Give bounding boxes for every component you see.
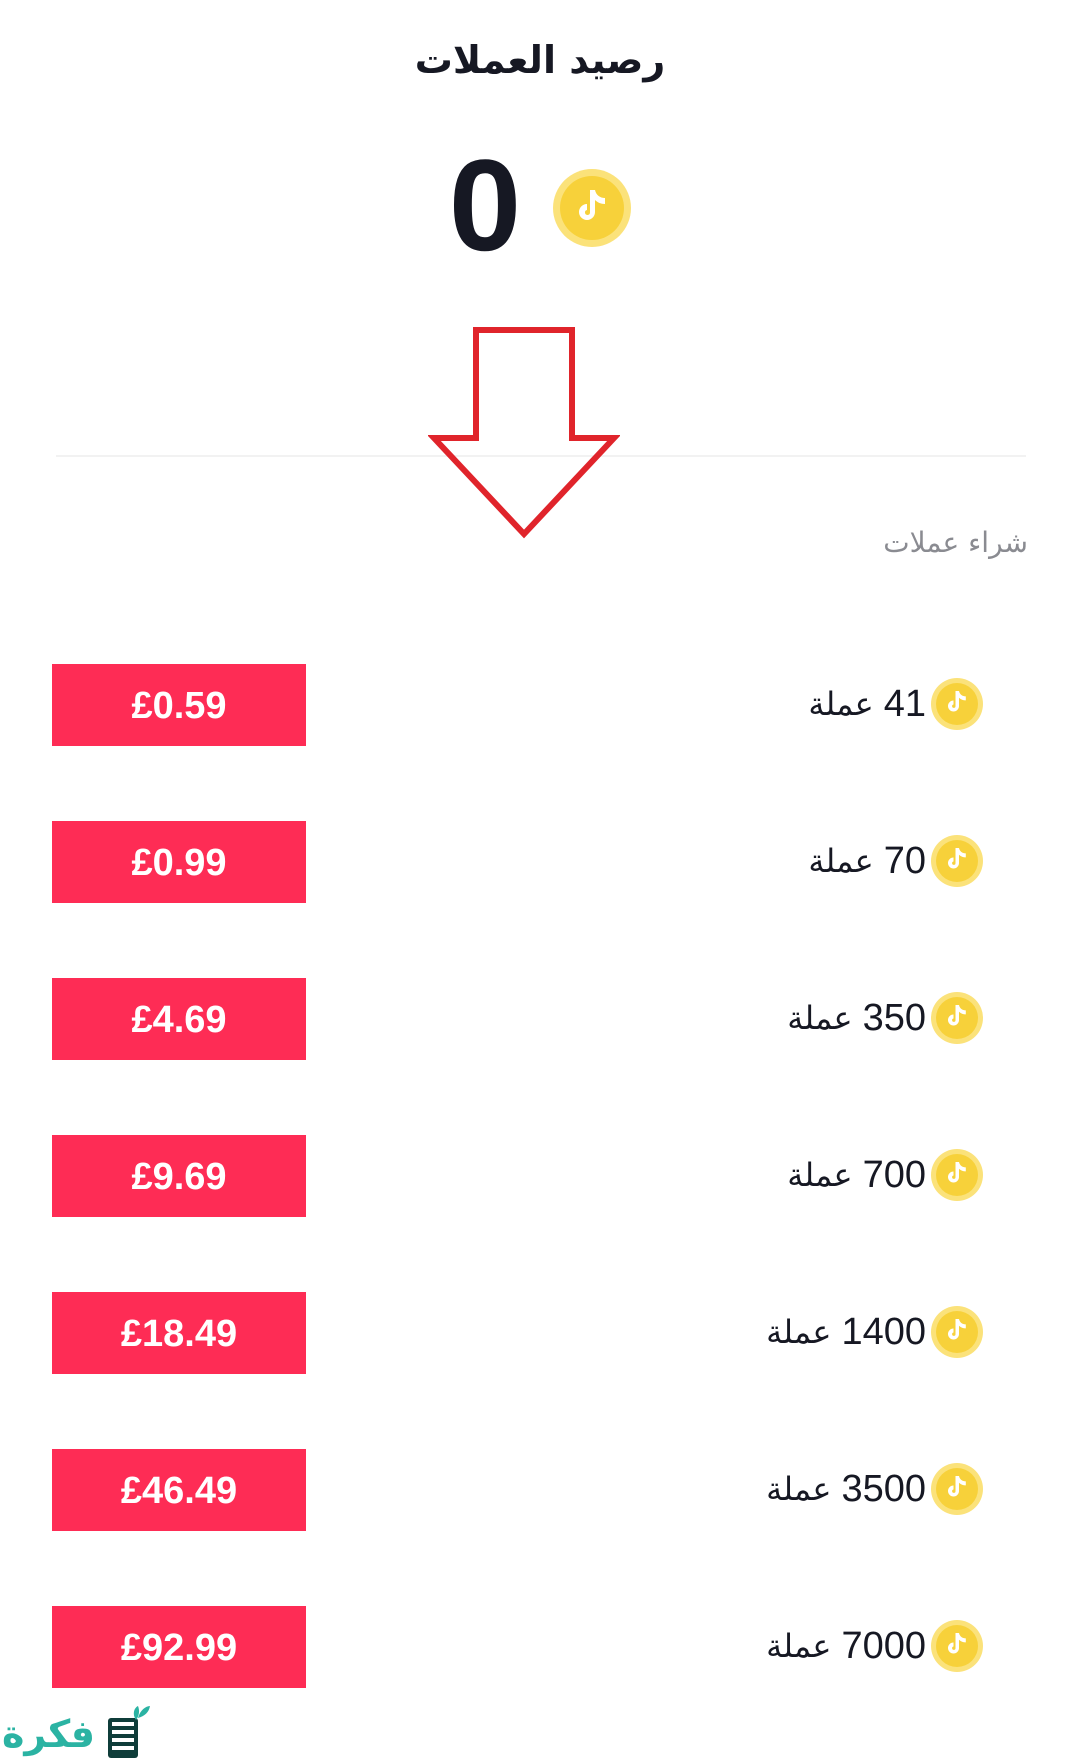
buy-price-button[interactable]: £4.69 bbox=[52, 978, 306, 1060]
coin-amount: 70 bbox=[883, 839, 926, 882]
coin-amount: 41 bbox=[883, 682, 926, 725]
book-plant-icon bbox=[108, 1706, 150, 1758]
site-watermark: فكرة bbox=[0, 1704, 160, 1762]
buy-price-button[interactable]: £18.49 bbox=[52, 1292, 306, 1374]
tiktok-coin-icon bbox=[931, 1306, 983, 1358]
buy-coins-label: شراء عملات bbox=[883, 526, 1028, 559]
watermark-text: فكرة bbox=[2, 1712, 96, 1756]
package-info: عملة 3500 bbox=[766, 1459, 984, 1519]
package-info: عملة 70 bbox=[808, 831, 984, 891]
buy-price-button[interactable]: £46.49 bbox=[52, 1449, 306, 1531]
coin-balance: 0 bbox=[0, 140, 1080, 270]
buy-price-button[interactable]: £0.59 bbox=[52, 664, 306, 746]
balance-value: 0 bbox=[448, 132, 522, 278]
package-info: عملة 700 bbox=[787, 1145, 984, 1205]
package-info: عملة 1400 bbox=[766, 1302, 984, 1362]
buy-price-button[interactable]: £92.99 bbox=[52, 1606, 306, 1688]
package-info: عملة 41 bbox=[808, 674, 984, 734]
tiktok-coin-icon bbox=[931, 992, 983, 1044]
coin-unit-label: عملة bbox=[808, 842, 874, 880]
coin-package-row: £4.69 عملة 350 bbox=[0, 978, 1080, 1060]
coin-package-row: £92.99 عملة 7000 bbox=[0, 1606, 1080, 1688]
coin-package-row: £0.59 عملة 41 bbox=[0, 664, 1080, 746]
tiktok-coin-icon bbox=[931, 835, 983, 887]
coin-amount: 7000 bbox=[841, 1624, 926, 1667]
coin-package-row: £9.69 عملة 700 bbox=[0, 1135, 1080, 1217]
down-arrow-annotation bbox=[428, 327, 620, 539]
tiktok-coin-icon bbox=[931, 1620, 983, 1672]
coin-amount: 700 bbox=[862, 1153, 926, 1196]
coin-unit-label: عملة bbox=[766, 1627, 832, 1665]
coin-unit-label: عملة bbox=[787, 999, 853, 1037]
tiktok-coin-icon bbox=[931, 678, 983, 730]
coin-unit-label: عملة bbox=[766, 1313, 832, 1351]
coin-amount: 1400 bbox=[841, 1310, 926, 1353]
coin-unit-label: عملة bbox=[808, 685, 874, 723]
tiktok-coin-icon bbox=[553, 169, 631, 247]
tiktok-coin-icon bbox=[931, 1149, 983, 1201]
buy-price-button[interactable]: £0.99 bbox=[52, 821, 306, 903]
coin-unit-label: عملة bbox=[787, 1156, 853, 1194]
page-title: رصيد العملات bbox=[414, 38, 666, 82]
coin-amount: 3500 bbox=[841, 1467, 926, 1510]
package-info: عملة 7000 bbox=[766, 1616, 984, 1676]
coin-unit-label: عملة bbox=[766, 1470, 832, 1508]
package-info: عملة 350 bbox=[787, 988, 984, 1048]
coin-package-row: £0.99 عملة 70 bbox=[0, 821, 1080, 903]
coin-package-row: £18.49 عملة 1400 bbox=[0, 1292, 1080, 1374]
coin-package-row: £46.49 عملة 3500 bbox=[0, 1449, 1080, 1531]
coin-amount: 350 bbox=[862, 996, 926, 1039]
buy-price-button[interactable]: £9.69 bbox=[52, 1135, 306, 1217]
tiktok-coin-icon bbox=[931, 1463, 983, 1515]
